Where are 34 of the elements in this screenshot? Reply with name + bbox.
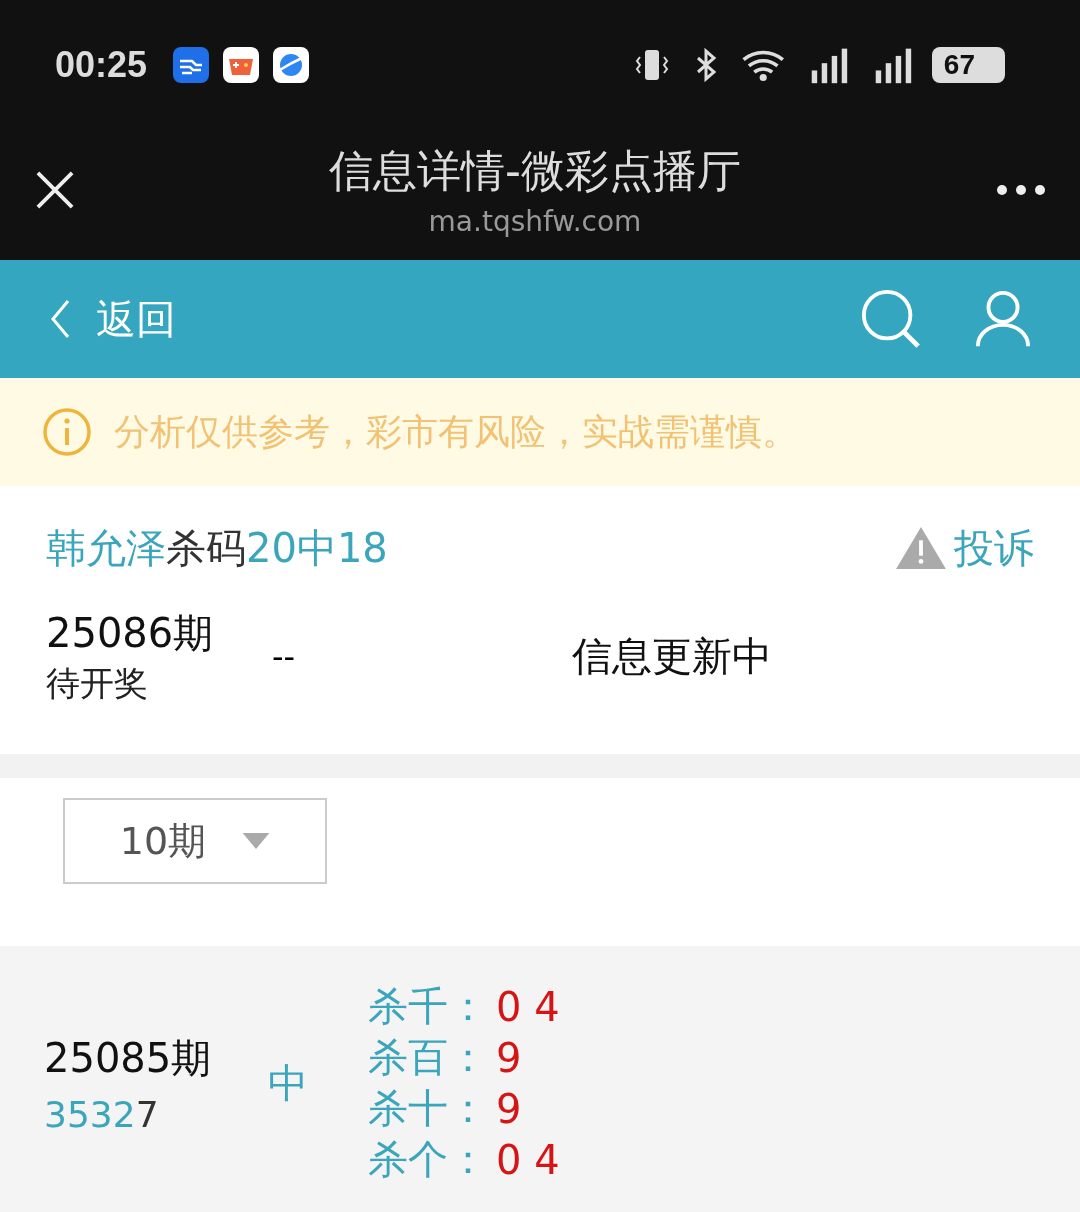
warning-icon <box>894 525 948 571</box>
draw-status: 待开奖 <box>46 662 149 705</box>
game-icon <box>223 47 260 83</box>
pick-value: 9 <box>496 1034 522 1081</box>
pick-label: 杀百： <box>368 1033 489 1082</box>
pick-label: 杀千： <box>368 982 489 1031</box>
pick-value: 9 <box>496 1085 522 1132</box>
draw-number: 35327 <box>44 1094 160 1135</box>
page-title: 信息详情-微彩点播厅 <box>329 144 741 198</box>
page-url: ma.tqshfw.com <box>428 205 642 238</box>
result-text: -- <box>272 637 297 676</box>
search-icon[interactable] <box>860 288 922 350</box>
close-icon[interactable] <box>36 171 74 209</box>
post-title: 韩允泽杀码20中18 <box>46 523 388 573</box>
update-status: 信息更新中 <box>572 632 772 681</box>
notice-text: 分析仅供参考，彩市有风险，实战需谨慎。 <box>114 409 798 454</box>
app-icon <box>173 47 210 83</box>
status-time: 00:25 <box>55 44 148 86</box>
planet-icon <box>273 47 310 83</box>
hit-result: 中 <box>268 1058 309 1108</box>
period-dropdown[interactable]: 10期 <box>63 798 327 884</box>
pick-label: 杀十： <box>368 1084 489 1133</box>
back-button[interactable]: 返回 <box>48 291 176 347</box>
back-chevron-icon <box>48 299 72 339</box>
info-icon <box>42 407 92 457</box>
caret-icon <box>242 833 271 849</box>
issue-number: 25086期 <box>46 609 215 658</box>
pick-value: 0 4 <box>496 983 560 1030</box>
battery-indicator: 67 <box>931 47 1005 83</box>
pick-value: 0 4 <box>496 1136 560 1183</box>
pick-label: 杀个： <box>368 1135 489 1184</box>
issue-number: 25085期 <box>44 1034 213 1083</box>
more-icon[interactable] <box>996 184 1046 196</box>
complaint-link[interactable]: 投诉 <box>894 520 1034 576</box>
